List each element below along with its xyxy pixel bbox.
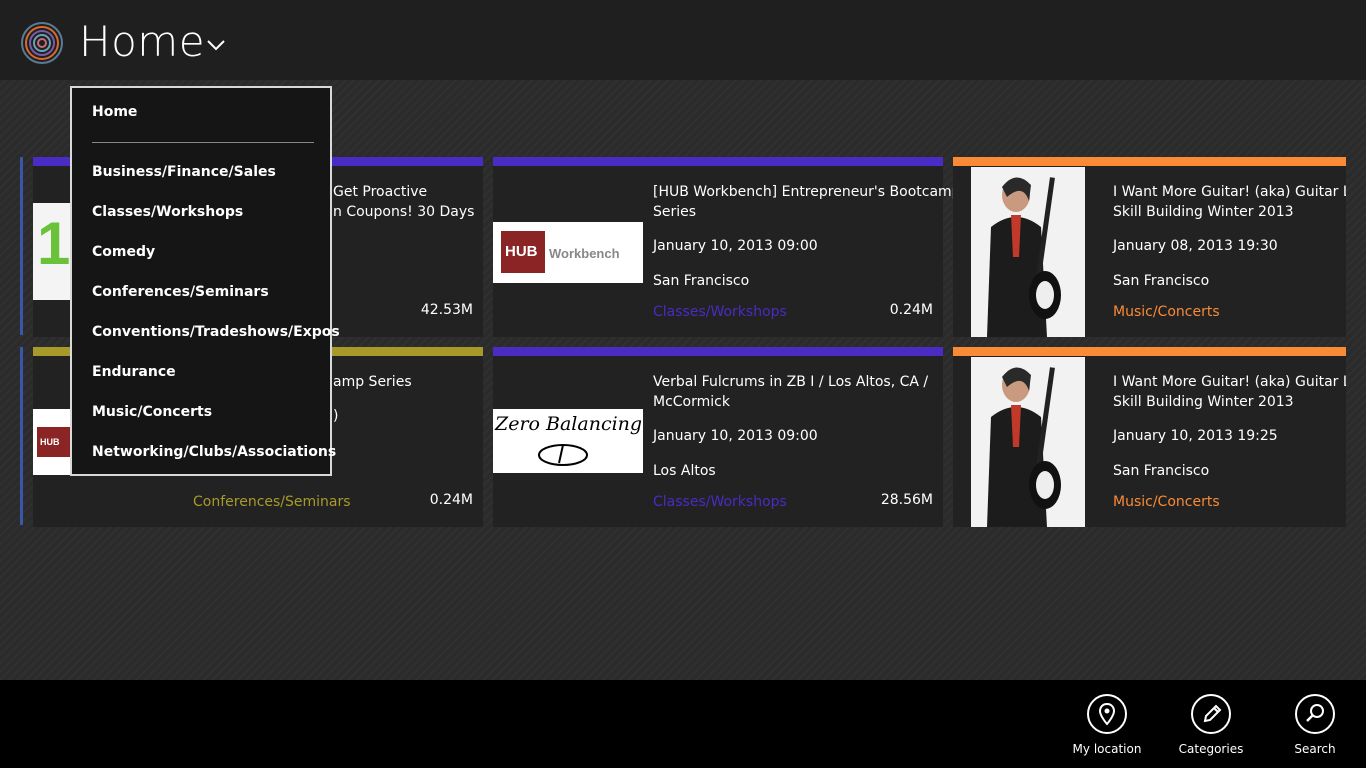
- event-city: San Francisco: [1113, 273, 1210, 289]
- menu-item-comedy[interactable]: Comedy: [92, 244, 155, 260]
- event-category[interactable]: Conferences/Seminars: [193, 492, 351, 512]
- card-accent-bar: [493, 157, 943, 166]
- section-edge-marker: [20, 157, 23, 335]
- event-size: 42.53M: [420, 302, 473, 318]
- pencil-icon: [1203, 704, 1222, 723]
- event-size: 0.24M: [429, 492, 473, 508]
- menu-item-business[interactable]: Business/Finance/Sales: [92, 164, 276, 180]
- categories-label: Categories: [1178, 742, 1244, 756]
- event-thumbnail: [971, 167, 1085, 337]
- event-date: January 10, 2013 19:25: [1113, 428, 1278, 444]
- category-dropdown-menu: Home Business/Finance/Sales Classes/Work…: [70, 86, 340, 476]
- event-title-line: Verbal Fulcrums in ZB I / Los Altos, CA …: [653, 374, 929, 390]
- event-title-line: I Want More Guitar! (aka) Guitar Lev: [1113, 184, 1346, 200]
- event-title-line: ): [333, 408, 339, 424]
- card-accent-bar: [953, 347, 1346, 356]
- chevron-down-icon[interactable]: [205, 37, 227, 53]
- event-card[interactable]: Zero Balancing Verbal Fulcrums in ZB I /…: [493, 347, 943, 527]
- event-title-line: McCormick: [653, 394, 730, 410]
- event-card[interactable]: I Want More Guitar! (aka) Guitar Lev Ski…: [953, 157, 1346, 337]
- event-title-line: amp Series: [333, 374, 412, 390]
- event-thumbnail: [971, 357, 1085, 527]
- categories-button[interactable]: Categories: [1166, 694, 1256, 756]
- menu-item-home[interactable]: Home: [92, 104, 137, 120]
- event-card[interactable]: I Want More Guitar! (aka) Guitar Lev Ski…: [953, 347, 1346, 527]
- event-thumbnail: HUB: [33, 409, 73, 475]
- event-title-line: [HUB Workbench] Entrepreneur's Bootcamp: [653, 184, 961, 200]
- event-date: January 10, 2013 09:00: [653, 428, 818, 444]
- card-accent-bar: [953, 157, 1346, 166]
- event-title-line: Skill Building Winter 2013: [1113, 394, 1294, 410]
- search-button[interactable]: Search: [1270, 694, 1360, 756]
- my-location-button[interactable]: My location: [1062, 694, 1152, 756]
- menu-item-conventions[interactable]: Conventions/Tradeshows/Expos: [92, 324, 340, 340]
- event-size: 0.24M: [889, 302, 933, 318]
- app-logo-icon: [21, 22, 63, 64]
- event-city: Los Altos: [653, 463, 716, 479]
- section-edge-marker: [20, 347, 23, 525]
- event-title-line: Skill Building Winter 2013: [1113, 204, 1294, 220]
- event-thumbnail: 1: [33, 203, 73, 300]
- event-size: 28.56M: [880, 492, 933, 508]
- card-accent-bar: [493, 347, 943, 356]
- event-title-line: I Want More Guitar! (aka) Guitar Lev: [1113, 374, 1346, 390]
- menu-item-networking[interactable]: Networking/Clubs/Associations: [92, 444, 336, 460]
- event-title-line: n Coupons! 30 Days: [333, 204, 475, 220]
- event-city: San Francisco: [653, 273, 750, 289]
- search-icon: [1306, 704, 1324, 722]
- my-location-label: My location: [1072, 742, 1142, 756]
- page-title[interactable]: Home: [79, 17, 205, 66]
- event-thumbnail: Zero Balancing: [493, 409, 643, 473]
- location-pin-icon: [1098, 702, 1116, 726]
- bottom-app-bar: My location Categories Search: [0, 680, 1366, 768]
- event-city: San Francisco: [1113, 463, 1210, 479]
- event-thumbnail: HUB Workbench: [493, 222, 643, 283]
- event-category[interactable]: Classes/Workshops: [653, 492, 787, 512]
- event-category[interactable]: Classes/Workshops: [653, 302, 787, 322]
- event-title-line: Get Proactive: [333, 184, 428, 200]
- menu-item-classes[interactable]: Classes/Workshops: [92, 204, 243, 220]
- menu-item-music[interactable]: Music/Concerts: [92, 404, 212, 420]
- menu-item-conferences[interactable]: Conferences/Seminars: [92, 284, 269, 300]
- event-date: January 10, 2013 09:00: [653, 238, 818, 254]
- search-label: Search: [1294, 742, 1336, 756]
- event-category[interactable]: Music/Concerts: [1113, 302, 1220, 322]
- event-card[interactable]: HUB Workbench [HUB Workbench] Entreprene…: [493, 157, 961, 337]
- event-title-line: Series: [653, 204, 697, 220]
- top-header: Home: [0, 0, 1366, 80]
- event-date: January 08, 2013 19:30: [1113, 238, 1278, 254]
- menu-item-endurance[interactable]: Endurance: [92, 364, 176, 380]
- event-category[interactable]: Music/Concerts: [1113, 492, 1220, 512]
- menu-separator: [92, 142, 314, 143]
